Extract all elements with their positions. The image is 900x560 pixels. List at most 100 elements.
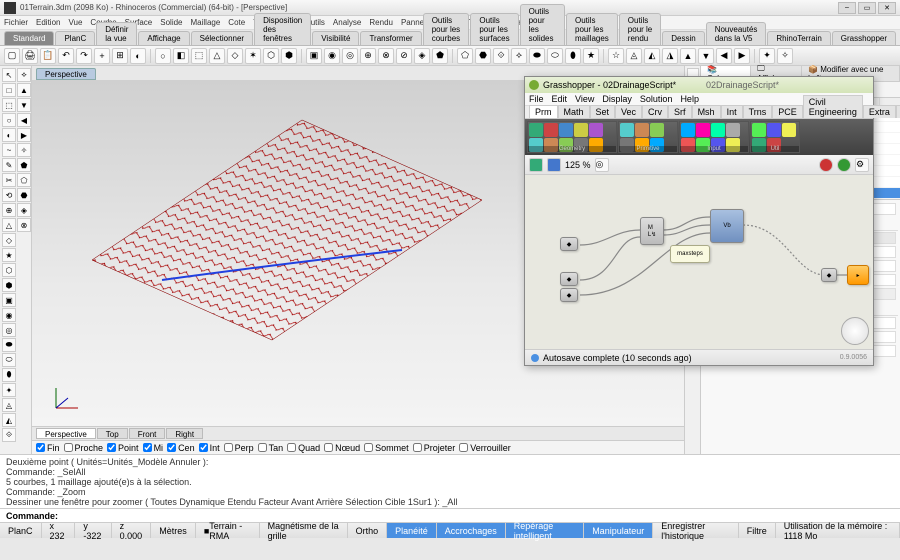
tool-button[interactable]: ▼	[17, 98, 31, 112]
tool-button[interactable]: ✎	[2, 158, 16, 172]
status-toggle[interactable]: Enregistrer l'historique	[653, 523, 739, 538]
menu-analyse[interactable]: Analyse	[333, 18, 361, 27]
ribbon-tab[interactable]: Outils pour le rendu	[619, 13, 661, 45]
toolbar-button[interactable]: ▶	[734, 48, 750, 64]
toolbar-button[interactable]: ▢	[4, 48, 20, 64]
gh-param-mesh[interactable]: ◆	[560, 237, 578, 251]
zoom-level[interactable]: 125 %	[565, 160, 591, 170]
toolbar-button[interactable]: ⬢	[281, 48, 297, 64]
menu-rendu[interactable]: Rendu	[369, 18, 393, 27]
toolbar-button[interactable]: ◬	[626, 48, 642, 64]
maximize-button[interactable]: ▭	[858, 2, 876, 14]
tool-button[interactable]: ⬬	[2, 338, 16, 352]
gh-component-button[interactable]	[752, 123, 766, 137]
toolbar-button[interactable]: ◭	[644, 48, 660, 64]
save-icon[interactable]	[547, 158, 561, 172]
toolbar-button[interactable]: ⬭	[547, 48, 563, 64]
tool-button[interactable]: ⬣	[17, 188, 31, 202]
grasshopper-window[interactable]: Grasshopper - 02DrainageScript* 02Draina…	[524, 76, 874, 366]
gh-component-button[interactable]	[711, 123, 725, 137]
status-x[interactable]: x 232	[42, 523, 76, 538]
toolbar-button[interactable]: ⬟	[432, 48, 448, 64]
toolbar-button[interactable]: ⟐	[493, 48, 509, 64]
gh-component-button[interactable]	[559, 123, 573, 137]
status-units[interactable]: Mètres	[151, 523, 196, 538]
toolbar-button[interactable]: ⊘	[396, 48, 412, 64]
toolbar-button[interactable]: ↷	[76, 48, 92, 64]
gh-component-button[interactable]	[544, 123, 558, 137]
close-button[interactable]: ✕	[878, 2, 896, 14]
gh-param-number2[interactable]: ◆	[560, 288, 578, 302]
status-toggle[interactable]: Ortho	[348, 523, 388, 538]
ribbon-tab[interactable]: PlanC	[55, 31, 95, 45]
gh-component-button[interactable]	[696, 123, 710, 137]
toolbar-button[interactable]: ⬚	[191, 48, 207, 64]
tool-button[interactable]: ◐	[2, 128, 16, 142]
tool-button[interactable]: ◭	[2, 413, 16, 427]
gh-tab[interactable]: Vec	[615, 105, 642, 118]
ribbon-tab[interactable]: Nouveautés dans la V5	[706, 22, 767, 45]
toolbar-button[interactable]: ◐	[130, 48, 146, 64]
gh-component-button[interactable]	[589, 123, 603, 137]
menu-solide[interactable]: Solide	[160, 18, 182, 27]
gh-component-vb[interactable]: ML↯	[640, 217, 664, 245]
osnap-nœud[interactable]: Nœud	[324, 443, 360, 453]
ribbon-tab[interactable]: Outils pour les maillages	[566, 13, 618, 45]
status-toggle[interactable]: Accrochages	[437, 523, 506, 538]
tool-button[interactable]: ⟐	[2, 428, 16, 442]
gh-component-button[interactable]	[726, 123, 740, 137]
view-tab-top[interactable]: Top	[97, 428, 128, 439]
toolbar-button[interactable]: ★	[583, 48, 599, 64]
gh-tab[interactable]: Int	[721, 105, 743, 118]
osnap-mi[interactable]: Mi	[143, 443, 164, 453]
tool-button[interactable]: ◀	[17, 113, 31, 127]
gh-tab[interactable]: RhinoTerrain	[896, 105, 900, 118]
gh-menu-item[interactable]: View	[575, 94, 594, 104]
minimize-button[interactable]: –	[838, 2, 856, 14]
gh-component-button[interactable]	[650, 123, 664, 137]
tool-button[interactable]: ⟲	[2, 188, 16, 202]
status-plane[interactable]: PlanC	[0, 523, 42, 538]
status-toggle[interactable]: Magnétisme de la grille	[260, 523, 348, 538]
osnap-cen[interactable]: Cen	[167, 443, 195, 453]
toolbar-button[interactable]: 📋	[40, 48, 56, 64]
toolbar-button[interactable]: ✧	[777, 48, 793, 64]
gh-tab[interactable]: PCE	[772, 105, 803, 118]
toolbar-button[interactable]: ☆	[608, 48, 624, 64]
tool-button[interactable]: ⊕	[2, 203, 16, 217]
tool-button[interactable]: ▲	[17, 83, 31, 97]
gh-tab[interactable]: Extra	[863, 105, 896, 118]
tool-button[interactable]: ✂	[2, 173, 16, 187]
tool-button[interactable]: ~	[2, 143, 16, 157]
toolbar-button[interactable]: ◉	[324, 48, 340, 64]
toolbar-button[interactable]: ○	[155, 48, 171, 64]
toolbar-button[interactable]: ⊕	[360, 48, 376, 64]
toolbar-button[interactable]: ⬣	[475, 48, 491, 64]
toolbar-button[interactable]: ⊞	[112, 48, 128, 64]
gh-tab[interactable]: Srf	[668, 105, 692, 118]
tool-button[interactable]: ◈	[17, 203, 31, 217]
toolbar-button[interactable]: ⬡	[263, 48, 279, 64]
gh-tab[interactable]: Civil Engineering	[803, 95, 863, 118]
tool-button[interactable]: ⬚	[2, 98, 16, 112]
osnap-quad[interactable]: Quad	[287, 443, 320, 453]
gh-menu-item[interactable]: Edit	[552, 94, 568, 104]
gh-component-output[interactable]: ▸	[847, 265, 869, 285]
gh-settings-icon[interactable]: ⚙	[855, 158, 869, 172]
gh-tab[interactable]: Trns	[743, 105, 773, 118]
tool-button[interactable]: ◎	[2, 323, 16, 337]
toolbar-button[interactable]: ▼	[698, 48, 714, 64]
menu-maillage[interactable]: Maillage	[191, 18, 221, 27]
view-tab-right[interactable]: Right	[166, 428, 203, 439]
osnap-sommet[interactable]: Sommet	[364, 443, 409, 453]
toolbar-button[interactable]: ✦	[759, 48, 775, 64]
menu-fichier[interactable]: Fichier	[4, 18, 28, 27]
disable-solver-icon[interactable]	[819, 158, 833, 172]
menu-edition[interactable]: Edition	[36, 18, 60, 27]
menu-cote[interactable]: Cote	[228, 18, 245, 27]
toolbar-button[interactable]: ▣	[306, 48, 322, 64]
osnap-point[interactable]: Point	[107, 443, 139, 453]
gh-tab[interactable]: Crv	[642, 105, 668, 118]
status-toggle[interactable]: Manipulateur	[584, 523, 653, 538]
ribbon-tab[interactable]: Définir la vue	[96, 22, 137, 45]
